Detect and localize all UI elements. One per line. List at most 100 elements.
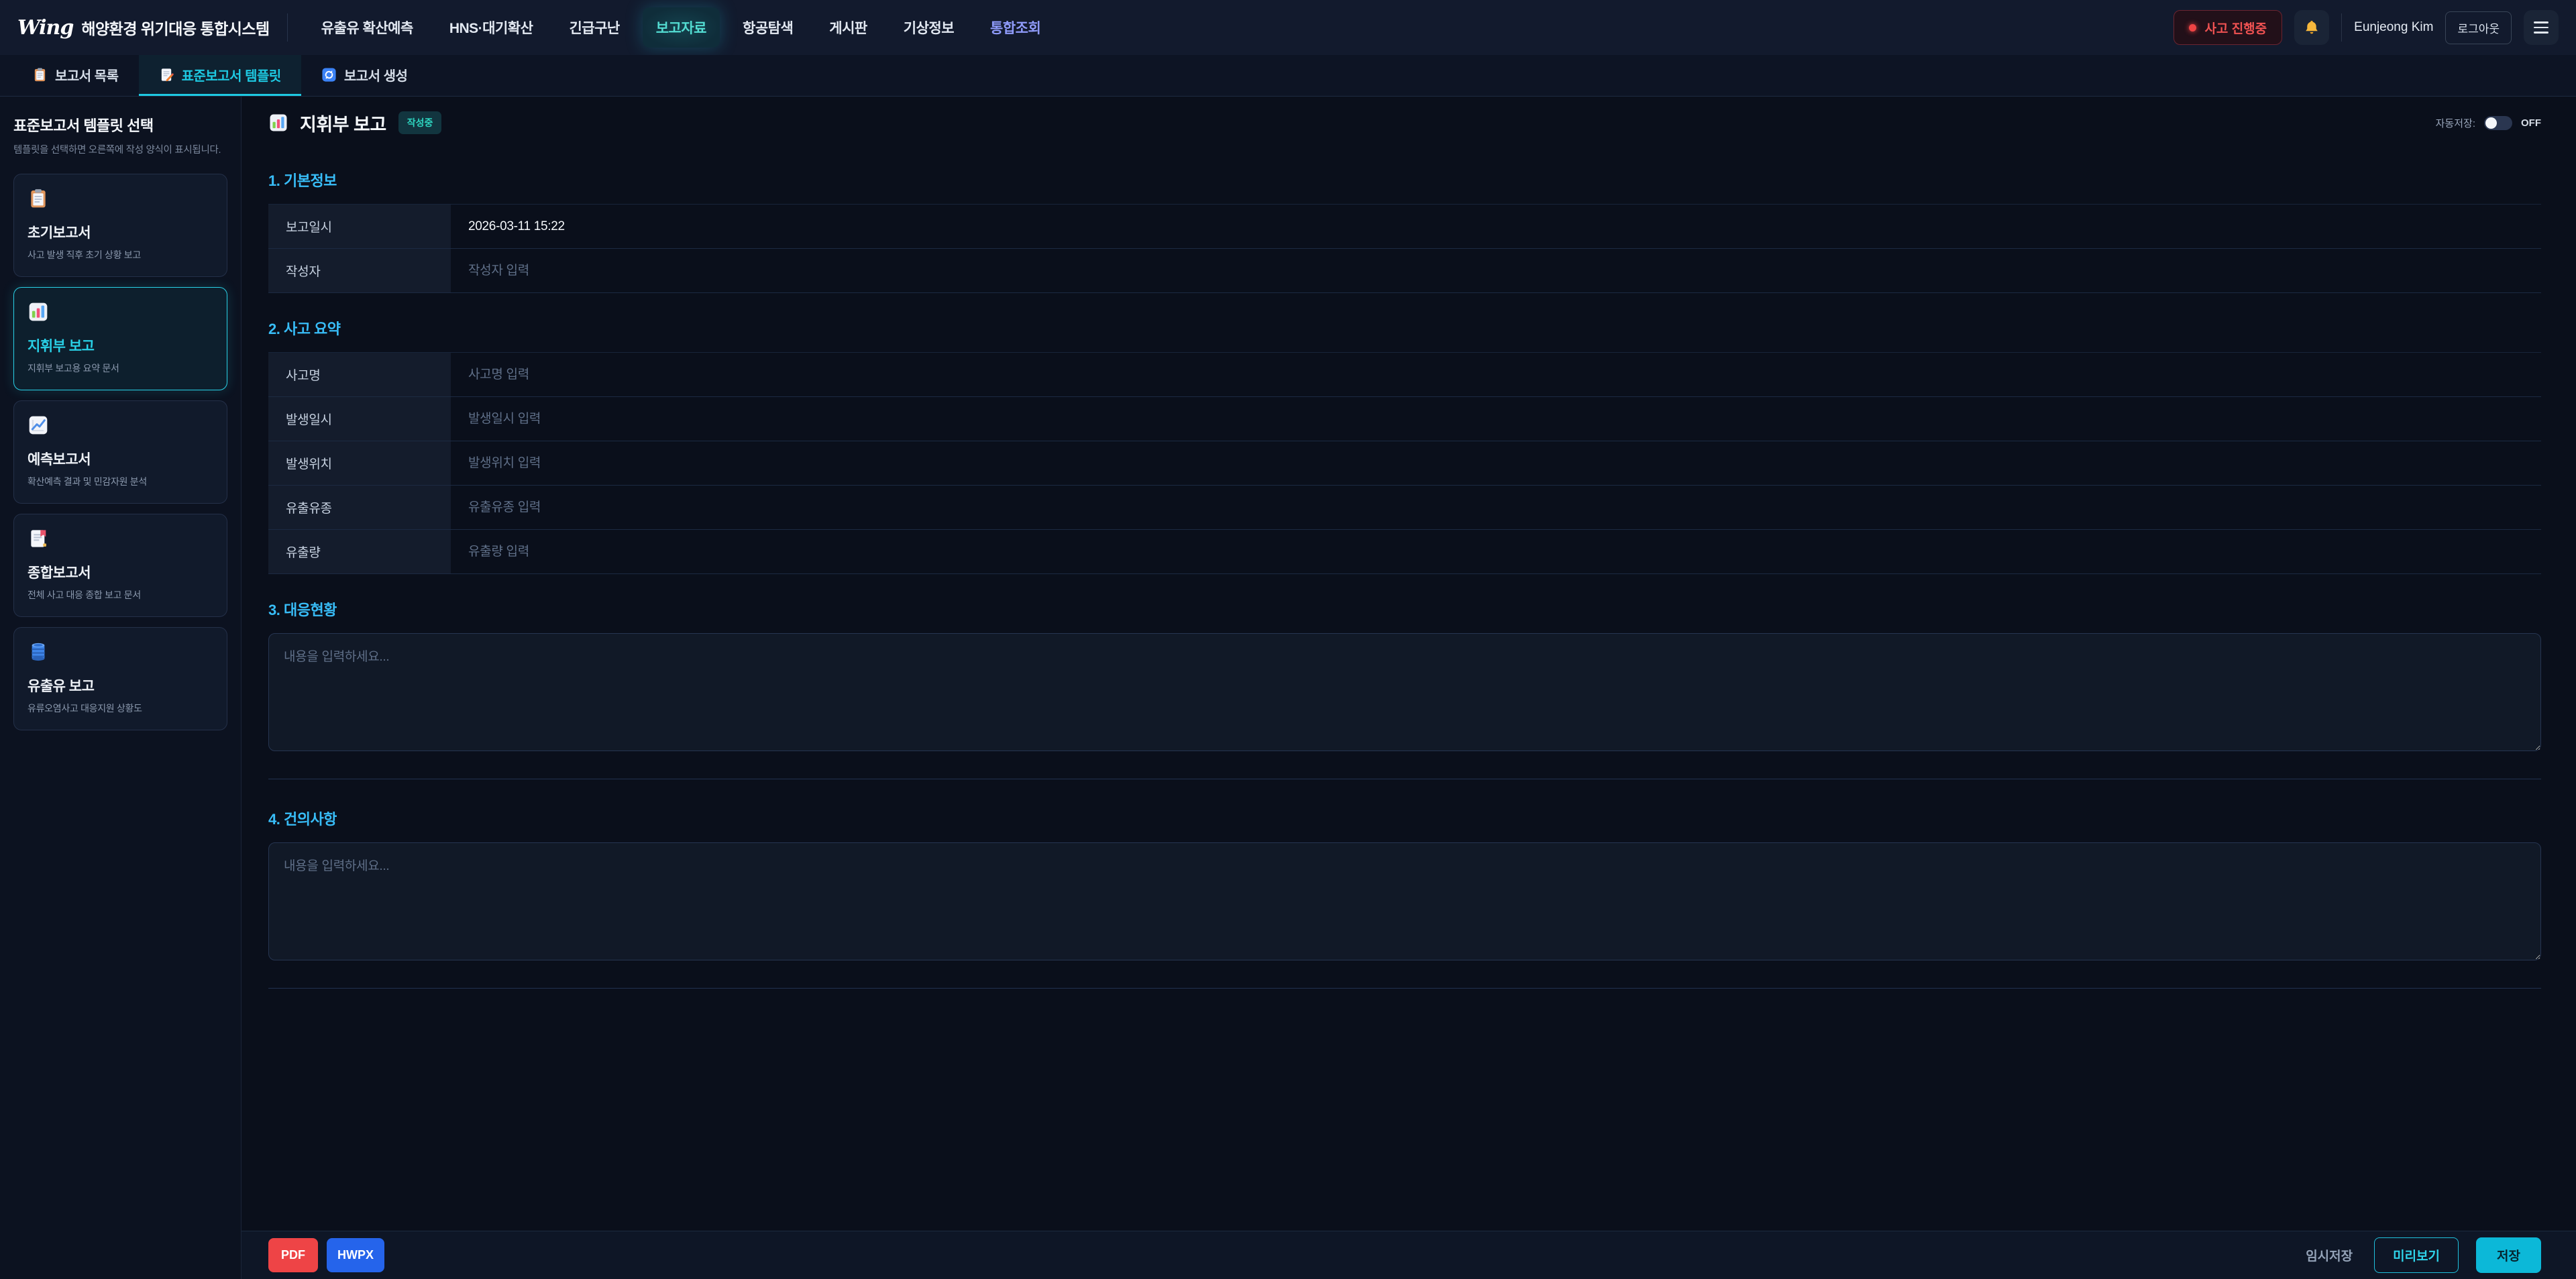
autosave-state: OFF xyxy=(2521,117,2541,129)
nav-item-emergency-rescue[interactable]: 긴급구난 xyxy=(555,7,633,48)
occurrence-datetime-input[interactable] xyxy=(468,412,2524,427)
nav-item-weather[interactable]: 기상정보 xyxy=(890,7,967,48)
user-name: Eunjeong Kim xyxy=(2354,20,2433,35)
field-label-report-datetime: 보고일시 xyxy=(268,205,451,248)
table-row: 유출량 xyxy=(268,530,2541,574)
spill-amount-input[interactable] xyxy=(468,545,2524,559)
temp-save-button[interactable]: 임시저장 xyxy=(2302,1238,2357,1272)
tab-label: 표준보고서 템플릿 xyxy=(182,65,281,85)
section-heading-incident-summary: 2. 사고 요약 xyxy=(268,317,2541,339)
table-row: 발생위치 xyxy=(268,441,2541,486)
document-bookmark-icon xyxy=(28,528,49,549)
nav-item-reports[interactable]: 보고자료 xyxy=(643,7,720,48)
report-datetime-input[interactable] xyxy=(468,219,2524,234)
line-chart-icon xyxy=(28,414,49,436)
template-desc: 유류오염사고 대응지원 상황도 xyxy=(28,702,213,715)
template-card-oil-spill-report[interactable]: 유출유 보고 유류오염사고 대응지원 상황도 xyxy=(13,627,227,730)
response-status-textarea[interactable] xyxy=(268,633,2541,751)
refresh-icon xyxy=(321,67,337,82)
field-label-author: 작성자 xyxy=(268,249,451,292)
field-label-spill-amount: 유출량 xyxy=(268,530,451,573)
section-divider xyxy=(268,988,2541,989)
export-hwpx-button[interactable]: HWPX xyxy=(327,1238,384,1272)
table-row: 사고명 xyxy=(268,352,2541,397)
sidebar-subtitle: 템플릿을 선택하면 오른쪽에 작성 양식이 표시됩니다. xyxy=(13,142,227,156)
bar-chart-icon xyxy=(268,113,288,133)
template-desc: 확산예측 결과 및 민감자원 분석 xyxy=(28,475,213,488)
template-title: 종합보고서 xyxy=(28,562,213,582)
oil-drum-icon xyxy=(28,641,49,663)
field-label-occurrence-location: 발생위치 xyxy=(268,441,451,485)
suggestions-textarea[interactable] xyxy=(268,842,2541,960)
template-card-prediction-report[interactable]: 예측보고서 확산예측 결과 및 민감자원 분석 xyxy=(13,400,227,504)
app-window: Wing 해양환경 위기대응 통합시스템 유출유 확산예측 HNS·대기확산 긴… xyxy=(0,0,2576,1279)
bell-icon xyxy=(2303,19,2320,36)
form-action-footer: PDF HWPX 임시저장 미리보기 저장 xyxy=(241,1231,2576,1279)
logo-wing-mark: Wing xyxy=(17,16,73,40)
template-title: 초기보고서 xyxy=(28,222,213,242)
table-row: 발생일시 xyxy=(268,397,2541,441)
nav-item-integrated-search[interactable]: 통합조회 xyxy=(977,7,1054,48)
top-navigation-bar: Wing 해양환경 위기대응 통합시스템 유출유 확산예측 HNS·대기확산 긴… xyxy=(0,0,2576,55)
clipboard-icon xyxy=(32,67,48,82)
template-desc: 전체 사고 대응 종합 보고 문서 xyxy=(28,588,213,602)
table-row: 보고일시 xyxy=(268,204,2541,249)
preview-button[interactable]: 미리보기 xyxy=(2374,1237,2459,1273)
section-heading-response-status: 3. 대응현황 xyxy=(268,598,2541,620)
oil-type-input[interactable] xyxy=(468,500,2524,515)
autosave-label: 자동저장: xyxy=(2436,116,2475,130)
report-form-panel: 지휘부 보고 작성중 자동저장: OFF 1. 기본정보 보고일시 xyxy=(241,97,2576,1279)
template-card-initial-report[interactable]: 초기보고서 사고 발생 직후 초기 상황 보고 xyxy=(13,174,227,277)
memo-pencil-icon xyxy=(159,67,174,82)
tab-standard-report-template[interactable]: 표준보고서 템플릿 xyxy=(139,55,301,96)
main-nav: 유출유 확산예측 HNS·대기확산 긴급구난 보고자료 항공탐색 게시판 기상정… xyxy=(308,7,1055,48)
sidebar-title: 표준보고서 템플릿 선택 xyxy=(13,114,227,135)
table-row: 작성자 xyxy=(268,249,2541,293)
tab-report-list[interactable]: 보고서 목록 xyxy=(12,55,139,96)
tab-label: 보고서 생성 xyxy=(344,65,408,85)
incident-status-dot-icon xyxy=(2189,24,2196,32)
nav-item-oil-spill-prediction[interactable]: 유출유 확산예측 xyxy=(308,7,427,48)
incident-summary-table: 사고명 발생일시 발생위치 xyxy=(268,352,2541,574)
report-form-header: 지휘부 보고 작성중 자동저장: OFF xyxy=(241,97,2576,149)
incident-name-input[interactable] xyxy=(468,368,2524,382)
tab-report-generation[interactable]: 보고서 생성 xyxy=(301,55,428,96)
autosave-toggle[interactable] xyxy=(2484,116,2512,130)
export-pdf-button[interactable]: PDF xyxy=(268,1238,318,1272)
template-title: 예측보고서 xyxy=(28,449,213,469)
incident-badge-label: 사고 진행중 xyxy=(2204,19,2267,37)
autosave-group: 자동저장: OFF xyxy=(2436,116,2541,130)
template-desc: 사고 발생 직후 초기 상황 보고 xyxy=(28,248,213,262)
tab-label: 보고서 목록 xyxy=(55,65,119,85)
section-heading-suggestions: 4. 건의사항 xyxy=(268,808,2541,829)
author-input[interactable] xyxy=(468,264,2524,278)
template-sidebar: 표준보고서 템플릿 선택 템플릿을 선택하면 오른쪽에 작성 양식이 표시됩니다… xyxy=(0,97,241,1279)
occurrence-location-input[interactable] xyxy=(468,456,2524,471)
nav-item-board[interactable]: 게시판 xyxy=(816,7,880,48)
template-title: 지휘부 보고 xyxy=(28,335,213,355)
topnav-right-group: 사고 진행중 Eunjeong Kim 로그아웃 xyxy=(2174,10,2559,45)
field-label-oil-type: 유출유종 xyxy=(268,486,451,529)
page-title: 지휘부 보고 xyxy=(300,110,386,136)
clipboard-icon xyxy=(28,188,49,209)
notifications-button[interactable] xyxy=(2294,10,2329,45)
save-button[interactable]: 저장 xyxy=(2476,1237,2541,1273)
section-heading-basic-info: 1. 기본정보 xyxy=(268,169,2541,190)
report-tab-bar: 보고서 목록 표준보고서 템플릿 보고서 생성 xyxy=(0,55,2576,97)
toggle-knob xyxy=(2485,117,2497,129)
template-card-command-report[interactable]: 지휘부 보고 지휘부 보고용 요약 문서 xyxy=(13,287,227,390)
logo-divider xyxy=(287,13,288,42)
basic-info-table: 보고일시 작성자 xyxy=(268,204,2541,293)
template-card-list: 초기보고서 사고 발생 직후 초기 상황 보고 지휘부 보고 지휘부 보고용 요… xyxy=(13,174,227,730)
nav-item-hns-diffusion[interactable]: HNS·대기확산 xyxy=(436,7,547,48)
app-title: 해양환경 위기대응 통합시스템 xyxy=(81,16,269,39)
incident-in-progress-badge[interactable]: 사고 진행중 xyxy=(2174,10,2282,45)
app-logo[interactable]: Wing 해양환경 위기대응 통합시스템 xyxy=(17,16,270,40)
save-buttons: 임시저장 미리보기 저장 xyxy=(2302,1237,2541,1273)
template-card-comprehensive-report[interactable]: 종합보고서 전체 사고 대응 종합 보고 문서 xyxy=(13,514,227,617)
bar-chart-icon xyxy=(28,301,49,323)
logout-button[interactable]: 로그아웃 xyxy=(2445,11,2512,44)
menu-button[interactable] xyxy=(2524,10,2559,45)
report-form-content: 1. 기본정보 보고일시 작성자 2. 사고 xyxy=(241,149,2576,1231)
nav-item-aerial-search[interactable]: 항공탐색 xyxy=(729,7,806,48)
